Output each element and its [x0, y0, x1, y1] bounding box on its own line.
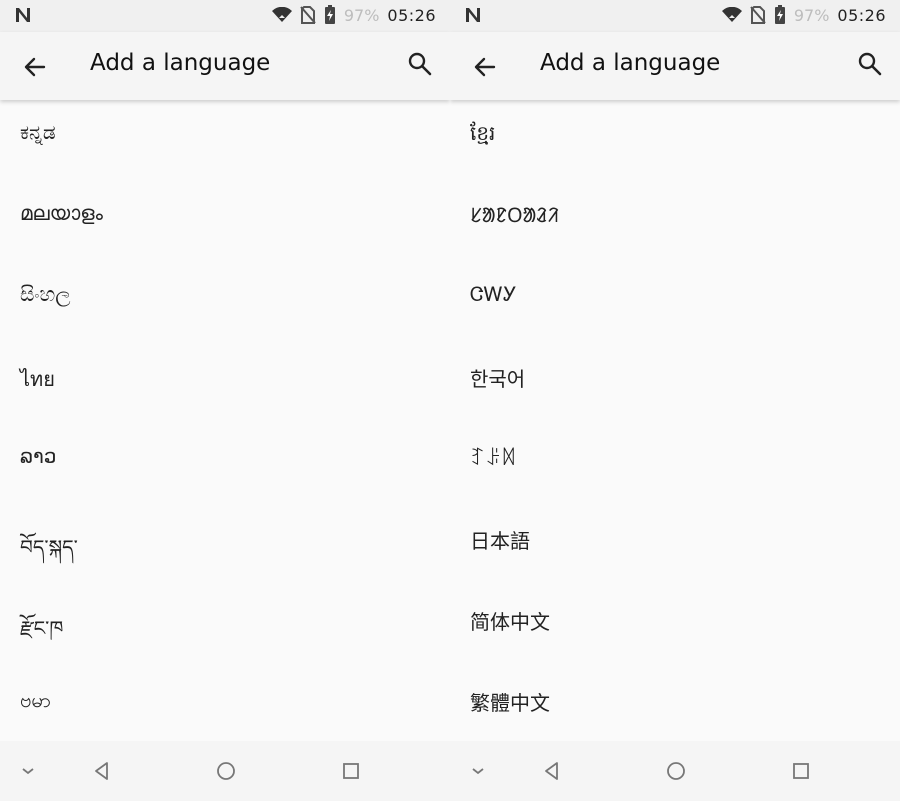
no-sim-icon: [750, 6, 766, 24]
clock: 05:26: [837, 5, 886, 25]
language-item[interactable]: മലയാളം: [0, 181, 450, 263]
navigation-bar: [450, 741, 900, 801]
language-item[interactable]: ᏣᎳᎩ: [450, 262, 900, 344]
page-title: Add a language: [90, 50, 271, 76]
language-label: සිංහල: [20, 282, 71, 306]
back-triangle-icon[interactable]: [540, 759, 564, 783]
language-label: ខ្មែរ: [470, 121, 496, 145]
language-item[interactable]: རྫོང་ཁ: [0, 586, 450, 668]
language-item[interactable]: ລາວ: [0, 424, 450, 506]
language-label: ಕನ್ನಡ: [20, 120, 56, 144]
language-item[interactable]: 한국어: [450, 343, 900, 425]
search-icon[interactable]: [406, 50, 434, 78]
chevron-down-icon[interactable]: [466, 759, 490, 783]
language-item[interactable]: 简体中文: [450, 586, 900, 668]
clock: 05:26: [387, 5, 436, 25]
battery-charging-icon: [774, 5, 785, 24]
dual-screenshot: 97% 05:26 Add a language ಕನ್ನಡ മലയാളം සි…: [0, 0, 900, 801]
language-label: ไทย: [20, 367, 55, 391]
language-label: 한국어: [470, 367, 526, 391]
status-bar: 97% 05:26: [0, 0, 450, 32]
home-circle-icon[interactable]: [214, 759, 238, 783]
language-label: 简体中文: [470, 610, 550, 634]
language-item[interactable]: ខ្មែរ: [450, 100, 900, 182]
screen-left: 97% 05:26 Add a language ಕನ್ನಡ മലയാളം සි…: [0, 0, 450, 801]
navigation-bar: [0, 741, 450, 801]
battery-percent: 97%: [793, 5, 830, 25]
search-icon[interactable]: [856, 50, 884, 78]
language-item[interactable]: ᱥᱟᱱᱛᱟᱲᱤ: [450, 181, 900, 263]
language-label: 繁體中文: [470, 691, 550, 715]
language-item[interactable]: ꆈꌠꉙ: [450, 424, 900, 506]
language-item[interactable]: ไทย: [0, 343, 450, 425]
battery-percent: 97%: [343, 5, 380, 25]
language-item[interactable]: සිංහල: [0, 262, 450, 344]
language-list: ខ្មែរ ᱥᱟᱱᱛᱟᱲᱤ ᏣᎳᎩ 한국어 ꆈꌠꉙ 日本語 简体中文 繁體中文: [450, 100, 900, 748]
language-label: བོད་སྐད་: [20, 535, 78, 559]
page-title: Add a language: [540, 50, 721, 76]
wifi-icon: [271, 7, 292, 22]
language-item[interactable]: ဗမာ: [0, 667, 450, 748]
language-label: ລາວ: [20, 444, 57, 468]
language-label: ᏣᎳᎩ: [470, 282, 517, 306]
n-icon: [14, 6, 32, 28]
status-bar: 97% 05:26: [450, 0, 900, 32]
language-label: മലയാളം: [20, 201, 103, 225]
language-label: རྫོང་ཁ: [20, 616, 64, 640]
back-triangle-icon[interactable]: [90, 759, 114, 783]
language-label: ꆈꌠꉙ: [470, 446, 517, 470]
no-sim-icon: [300, 6, 316, 24]
recents-square-icon[interactable]: [339, 759, 363, 783]
battery-charging-icon: [324, 5, 335, 24]
language-label: ᱥᱟᱱᱛᱟᱲᱤ: [470, 203, 559, 227]
home-circle-icon[interactable]: [664, 759, 688, 783]
language-item[interactable]: ಕನ್ನಡ: [0, 100, 450, 182]
app-bar: Add a language: [450, 32, 900, 100]
chevron-down-icon[interactable]: [16, 759, 40, 783]
language-label: 日本語: [470, 529, 530, 553]
language-list: ಕನ್ನಡ മലയാളം සිංහල ไทย ລາວ བོད་སྐད་ རྫོང…: [0, 100, 450, 748]
app-bar: Add a language: [0, 32, 450, 100]
screen-right: 97% 05:26 Add a language ខ្មែរ ᱥᱟᱱᱛᱟᱲᱤ Ꮳ…: [450, 0, 900, 801]
back-arrow-icon[interactable]: [20, 52, 50, 82]
language-label: ဗမာ: [20, 688, 52, 712]
language-item[interactable]: 繁體中文: [450, 667, 900, 748]
back-arrow-icon[interactable]: [470, 52, 500, 82]
language-item[interactable]: བོད་སྐད་: [0, 505, 450, 587]
language-item[interactable]: 日本語: [450, 505, 900, 587]
wifi-icon: [721, 7, 742, 22]
n-icon: [464, 6, 482, 28]
recents-square-icon[interactable]: [789, 759, 813, 783]
